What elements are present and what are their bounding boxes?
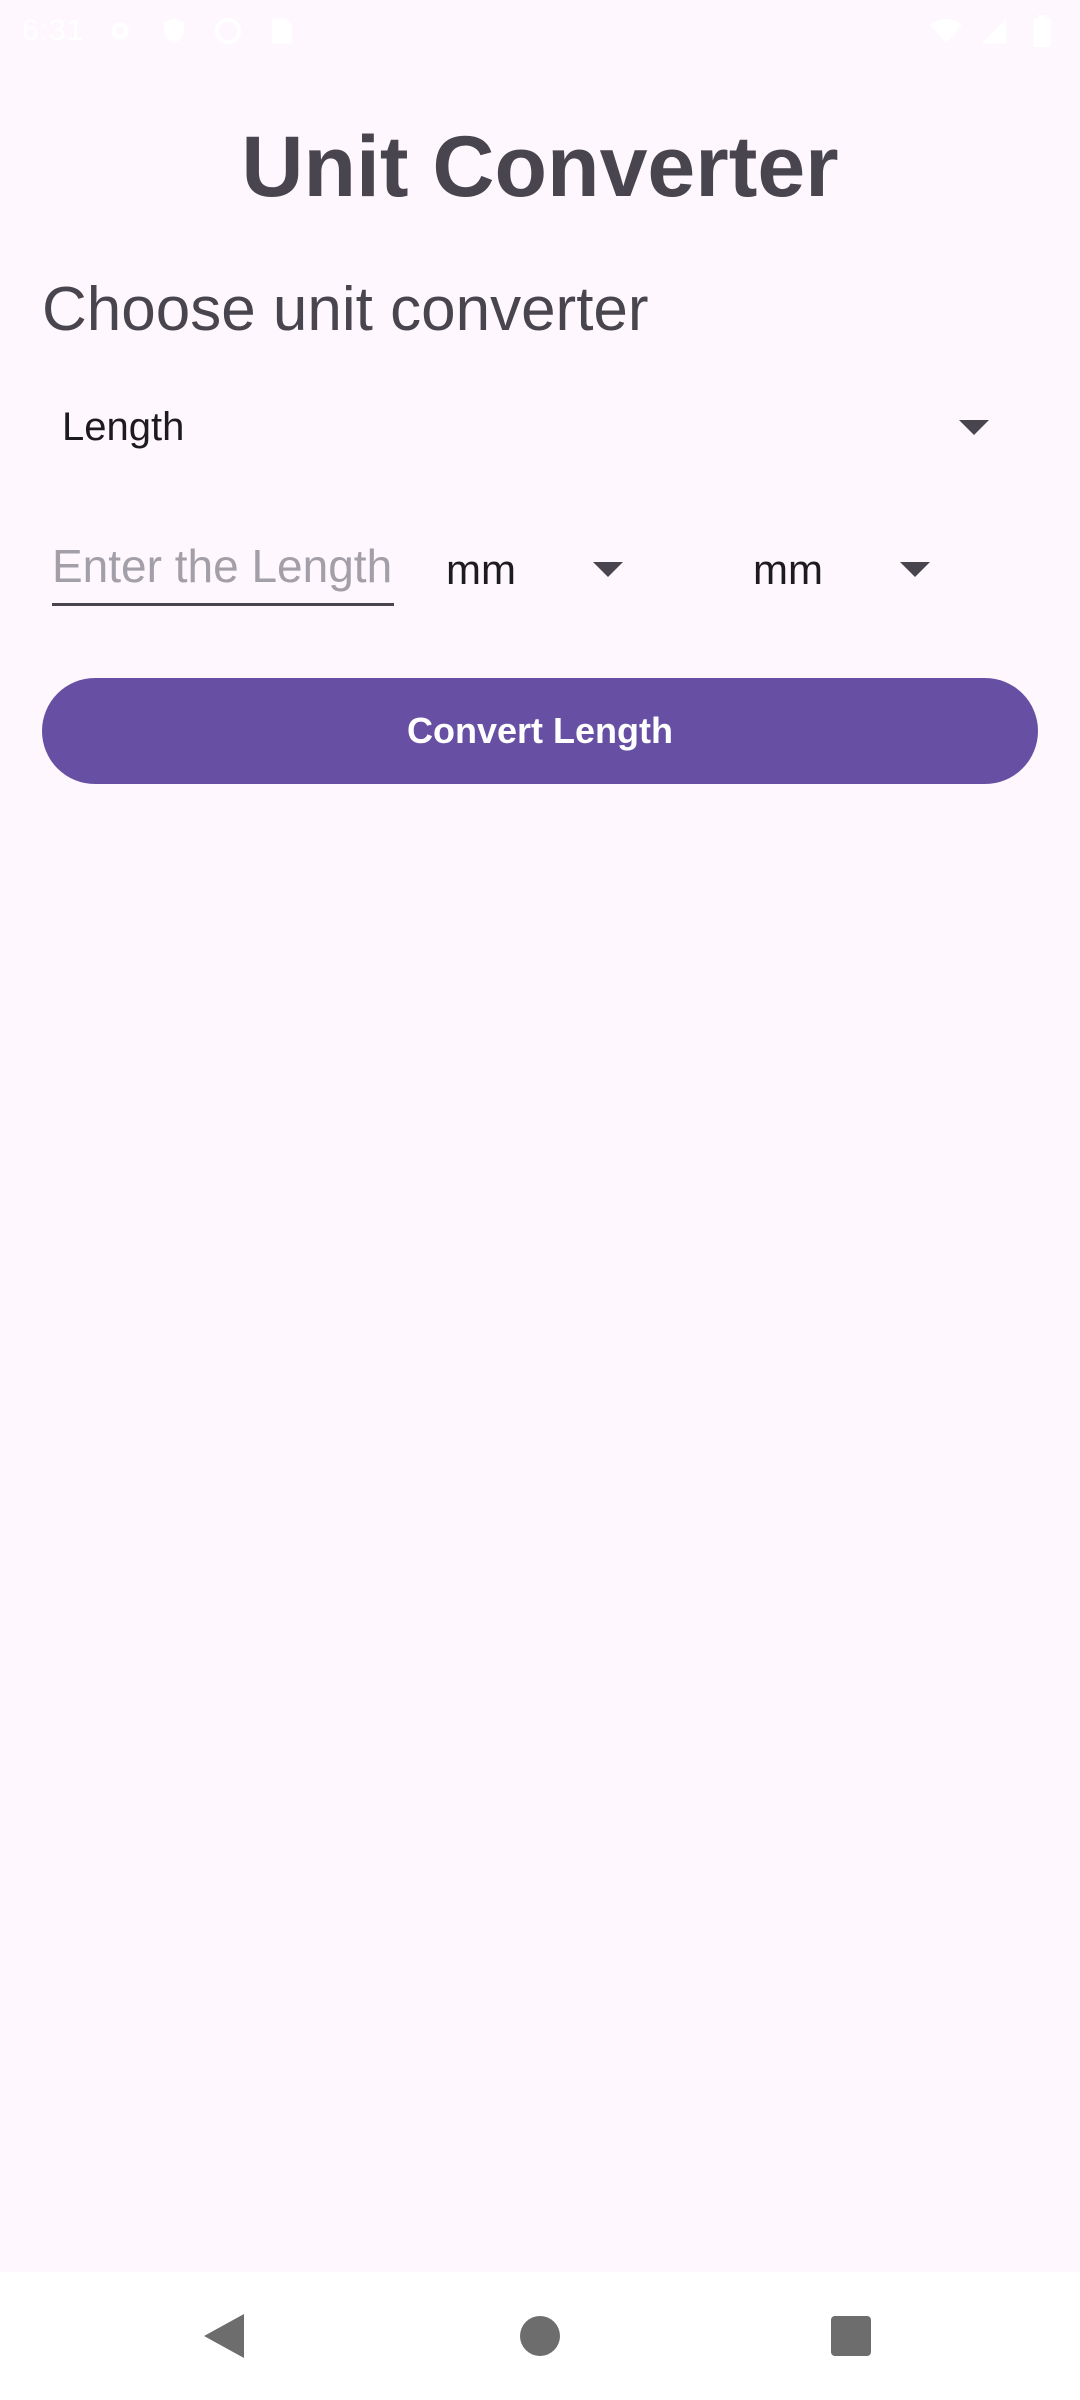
dropdown-arrow-icon bbox=[593, 562, 623, 577]
page-title: Unit Converter bbox=[241, 119, 839, 215]
status-bar-right bbox=[928, 13, 1060, 49]
dropdown-arrow-icon bbox=[959, 420, 989, 435]
wifi-icon bbox=[928, 13, 964, 49]
status-time: 6:31 bbox=[22, 14, 85, 47]
battery-icon bbox=[1024, 13, 1060, 49]
dropdown-arrow-icon bbox=[900, 562, 930, 577]
recents-icon[interactable] bbox=[831, 2316, 871, 2356]
convert-button[interactable]: Convert Length bbox=[42, 678, 1038, 784]
length-input[interactable] bbox=[52, 528, 394, 606]
to-unit-dropdown[interactable]: mm bbox=[753, 532, 953, 608]
status-bar-left: 6:31 bbox=[22, 13, 300, 49]
shield-icon bbox=[156, 13, 192, 49]
from-unit-dropdown[interactable]: mm bbox=[446, 532, 646, 608]
converter-type-dropdown[interactable]: Length bbox=[42, 388, 1002, 466]
sim-card-icon bbox=[264, 13, 300, 49]
home-icon[interactable] bbox=[520, 2316, 560, 2356]
converter-type-label: Choose unit converter bbox=[42, 275, 649, 344]
status-bar: 6:31 bbox=[0, 0, 1080, 62]
signal-icon bbox=[976, 13, 1012, 49]
from-unit-selected: mm bbox=[446, 546, 516, 593]
back-icon[interactable] bbox=[204, 2314, 244, 2358]
converter-type-selected: Length bbox=[62, 404, 185, 449]
navigation-bar bbox=[0, 2272, 1080, 2400]
to-unit-selected: mm bbox=[753, 546, 823, 593]
settings-icon bbox=[102, 13, 138, 49]
sync-icon bbox=[210, 13, 246, 49]
